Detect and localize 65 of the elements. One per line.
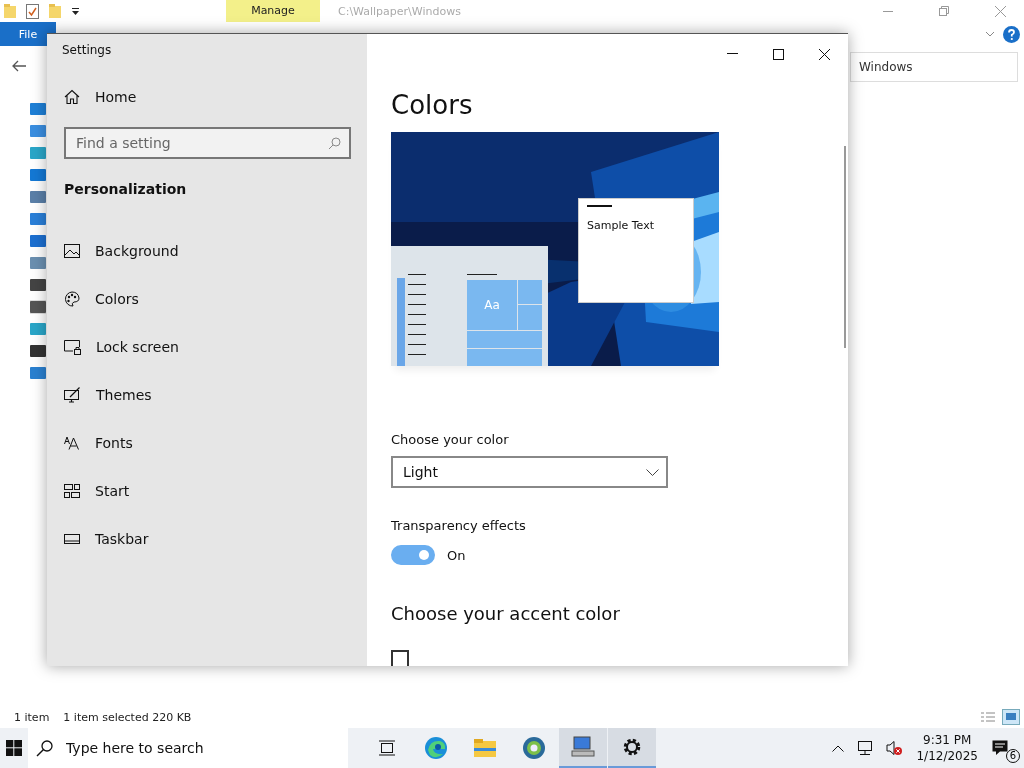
start-icon[interactable]: [6, 740, 22, 756]
search-icon: [36, 740, 53, 757]
checkmark-icon[interactable]: [26, 3, 39, 19]
field-label: Choose your color: [391, 432, 510, 447]
window-path: C:\Wallpaper\Windows: [338, 4, 461, 18]
selection-info: 1 item selected 220 KB: [63, 710, 192, 724]
clock-date[interactable]: 1/12/2025: [916, 749, 978, 763]
taskbar-search[interactable]: Type here to search: [28, 728, 348, 768]
scrollbar[interactable]: [844, 146, 846, 348]
back-arrow-icon[interactable]: [12, 60, 26, 72]
browser-icon: [424, 736, 448, 760]
muted-volume-icon[interactable]: [886, 740, 903, 756]
globe-icon: [522, 736, 546, 760]
lock-screen-icon: [64, 339, 81, 355]
monitor-brush-icon: [64, 387, 81, 403]
notification-button[interactable]: 6: [992, 735, 1018, 761]
tile-label: Aa: [484, 298, 500, 312]
sample-text: Sample Text: [587, 219, 655, 232]
close-icon[interactable]: [819, 48, 830, 60]
taskbar-app[interactable]: [608, 728, 656, 768]
message-icon: [992, 740, 1008, 756]
restore-icon[interactable]: [939, 6, 949, 16]
chevron-up-icon[interactable]: [832, 744, 845, 752]
color-dropdown[interactable]: Light: [391, 456, 668, 488]
file-tab[interactable]: File: [0, 22, 56, 46]
search-field[interactable]: Find a setting: [64, 127, 351, 159]
chevron-down-icon: [646, 468, 659, 476]
section-title: Choose your accent color: [391, 603, 621, 624]
palette-icon: [64, 291, 80, 307]
field-label: Transparency effects: [391, 518, 527, 533]
task-view-icon: [378, 740, 396, 756]
settings-icon: [622, 737, 642, 757]
dropdown-icon[interactable]: [71, 6, 80, 16]
page-title: Colors: [391, 90, 474, 122]
fonts-icon: [64, 436, 80, 450]
transparency-toggle[interactable]: [391, 545, 435, 565]
network-icon[interactable]: [856, 740, 875, 756]
notification-badge: 6: [1006, 749, 1020, 763]
nav-item[interactable]: Lock screen: [47, 323, 367, 371]
maximize-icon[interactable]: [773, 48, 784, 60]
toggle-state: On: [447, 547, 466, 563]
nav-item[interactable]: Fonts: [47, 419, 367, 467]
home-link[interactable]: Home: [47, 79, 367, 115]
nav-item[interactable]: Start: [47, 467, 367, 515]
nav-item[interactable]: Themes: [47, 371, 367, 419]
taskbar-icon: [64, 534, 80, 544]
minimize-icon[interactable]: [727, 53, 738, 55]
ribbon-tab[interactable]: Manage: [226, 0, 320, 22]
tiles-view-icon[interactable]: [1002, 709, 1020, 725]
search-field[interactable]: Windows: [850, 52, 1018, 82]
clock-time[interactable]: 9:31 PM: [923, 733, 972, 747]
search-icon: [328, 137, 341, 150]
image-icon: [64, 244, 80, 258]
item-count: 1 item: [14, 710, 50, 724]
accent-checkbox[interactable]: [391, 650, 409, 666]
chevron-icon[interactable]: [985, 31, 995, 37]
nav-item[interactable]: Taskbar: [47, 515, 367, 563]
start-tiles-icon: [64, 484, 80, 498]
section-heading: Personalization: [63, 180, 188, 199]
computer-icon: [571, 736, 595, 758]
nav-item[interactable]: Background: [47, 227, 367, 275]
nav-item[interactable]: Colors: [47, 275, 367, 323]
help-icon[interactable]: [1003, 25, 1020, 43]
home-icon: [64, 89, 80, 105]
window-title: Settings: [61, 42, 113, 59]
